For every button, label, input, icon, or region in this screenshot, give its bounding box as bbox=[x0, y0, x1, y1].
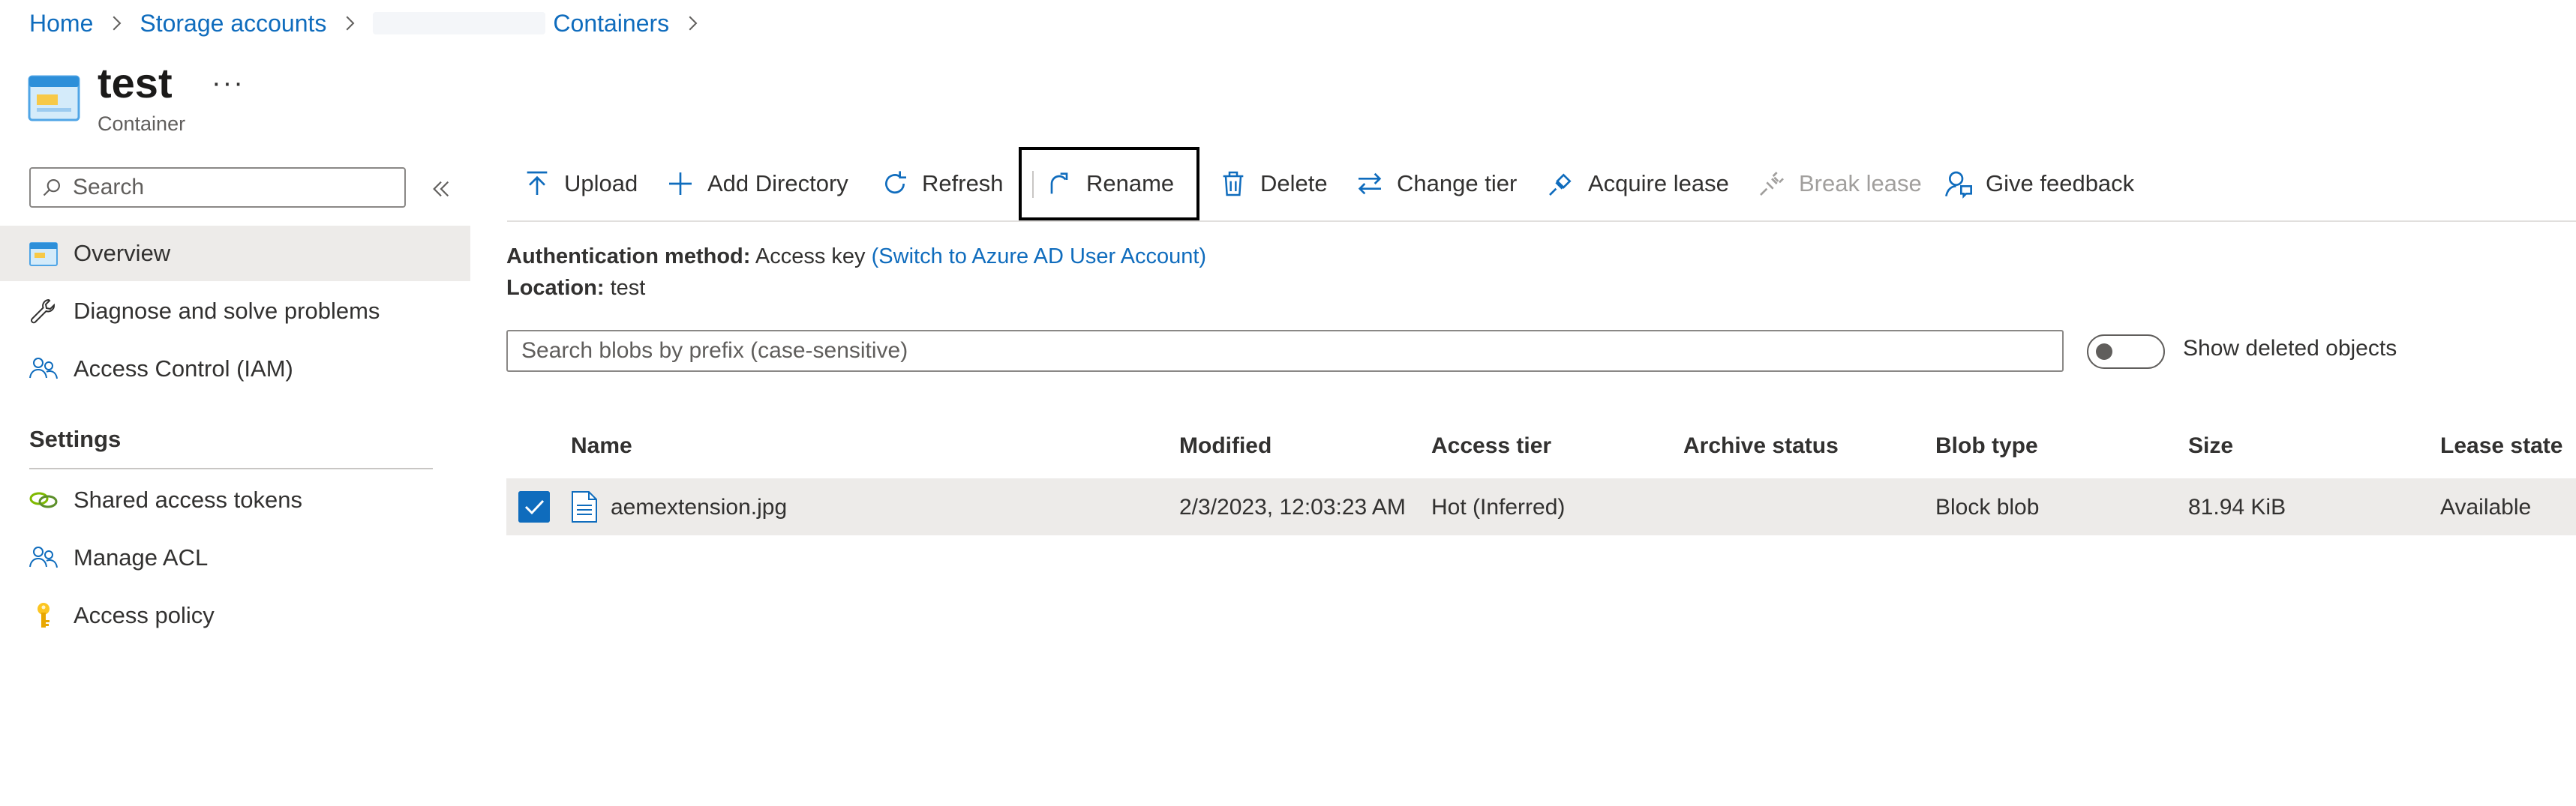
give-feedback-label: Give feedback bbox=[1986, 170, 2135, 196]
column-header-lease-state[interactable]: Lease state bbox=[2440, 433, 2562, 459]
column-header-archive-status[interactable]: Archive status bbox=[1683, 433, 1839, 459]
show-deleted-label: Show deleted objects bbox=[2183, 336, 2397, 361]
chevron-right-icon bbox=[689, 16, 698, 31]
plus-icon bbox=[669, 172, 692, 195]
page-subtitle: Container bbox=[98, 112, 186, 135]
break-lease-label: Break lease bbox=[1799, 170, 1922, 196]
column-header-size[interactable]: Size bbox=[2188, 433, 2233, 459]
delete-button[interactable]: Delete bbox=[1218, 147, 1328, 220]
refresh-label: Refresh bbox=[922, 170, 1004, 196]
chevron-right-icon bbox=[113, 16, 122, 31]
search-icon bbox=[43, 179, 60, 196]
location-value: test bbox=[610, 276, 646, 300]
breadcrumb-storage-accounts[interactable]: Storage accounts bbox=[140, 10, 326, 37]
chevron-right-icon bbox=[346, 16, 355, 31]
row-name-link[interactable]: aemextension.jpg bbox=[611, 495, 787, 520]
sidebar-item-label: Access Control (IAM) bbox=[74, 355, 293, 382]
file-icon bbox=[572, 491, 597, 523]
rename-icon bbox=[1050, 172, 1068, 194]
feedback-icon bbox=[1945, 171, 1972, 199]
change-tier-label: Change tier bbox=[1397, 170, 1518, 196]
acquire-lease-button[interactable]: Acquire lease bbox=[1546, 147, 1729, 220]
link-icon bbox=[29, 492, 58, 508]
people-icon bbox=[29, 547, 58, 568]
acquire-lease-label: Acquire lease bbox=[1588, 170, 1729, 196]
upload-icon bbox=[527, 171, 548, 195]
settings-header: Settings bbox=[29, 426, 122, 452]
breadcrumb: Home Storage accounts Containers bbox=[29, 7, 716, 39]
refresh-button[interactable]: Refresh bbox=[880, 147, 1004, 220]
plug-icon bbox=[1549, 173, 1572, 196]
sidebar-item-label: Diagnose and solve problems bbox=[74, 298, 380, 324]
add-directory-label: Add Directory bbox=[707, 170, 848, 196]
breadcrumb-redacted-account[interactable] bbox=[373, 12, 546, 34]
sidebar-item-shared-access-tokens[interactable]: Shared access tokens bbox=[0, 472, 470, 528]
rename-button[interactable]: Rename bbox=[1019, 147, 1200, 220]
toolbar-divider bbox=[507, 220, 2576, 222]
column-header-access-tier[interactable]: Access tier bbox=[1431, 433, 1551, 459]
sidebar-item-overview[interactable]: Overview bbox=[0, 226, 470, 281]
column-header-blob-type[interactable]: Blob type bbox=[1935, 433, 2038, 459]
break-lease-button[interactable]: Break lease bbox=[1757, 147, 1922, 220]
give-feedback-button[interactable]: Give feedback bbox=[1944, 147, 2134, 220]
location-label: Location: bbox=[506, 276, 605, 300]
rename-label: Rename bbox=[1086, 170, 1175, 196]
collapse-sidebar-icon[interactable] bbox=[429, 177, 453, 201]
row-checkbox[interactable] bbox=[518, 491, 550, 523]
sidebar-search-placeholder: Search bbox=[73, 175, 145, 199]
sidebar-item-label: Access policy bbox=[74, 602, 215, 628]
location-row: Location: test bbox=[506, 276, 645, 301]
add-directory-button[interactable]: Add Directory bbox=[665, 147, 848, 220]
blob-search-placeholder: Search blobs by prefix (case-sensitive) bbox=[521, 338, 908, 363]
container-icon bbox=[29, 242, 58, 266]
container-icon bbox=[28, 75, 80, 121]
sidebar-search-input[interactable]: Search bbox=[29, 167, 406, 208]
swap-icon bbox=[1358, 172, 1382, 195]
row-access-tier: Hot (Inferred) bbox=[1431, 495, 1566, 520]
people-icon bbox=[29, 358, 58, 379]
broken-plug-icon bbox=[1760, 172, 1784, 196]
command-bar: Upload Add Directory Refresh Rename Dele… bbox=[507, 147, 2576, 220]
breadcrumb-containers[interactable]: Containers bbox=[553, 10, 669, 37]
blob-search-input[interactable]: Search blobs by prefix (case-sensitive) bbox=[506, 330, 2064, 372]
sidebar-item-label: Overview bbox=[74, 240, 171, 266]
breadcrumb-home[interactable]: Home bbox=[29, 10, 93, 37]
trash-icon bbox=[1223, 171, 1244, 196]
auth-method-value: Access key bbox=[755, 244, 866, 268]
wrench-icon bbox=[31, 298, 55, 324]
refresh-icon bbox=[885, 171, 906, 193]
row-modified: 2/3/2023, 12:03:23 AM bbox=[1179, 495, 1406, 520]
sidebar-item-access-control[interactable]: Access Control (IAM) bbox=[0, 341, 470, 397]
settings-divider bbox=[29, 468, 433, 469]
upload-label: Upload bbox=[564, 170, 638, 196]
column-header-name[interactable]: Name bbox=[571, 433, 632, 459]
change-tier-button[interactable]: Change tier bbox=[1355, 147, 1517, 220]
sidebar-item-access-policy[interactable]: Access policy bbox=[0, 588, 470, 643]
auth-method-label: Authentication method: bbox=[506, 244, 751, 268]
show-deleted-toggle[interactable] bbox=[2087, 334, 2165, 369]
row-size: 81.94 KiB bbox=[2188, 495, 2286, 520]
toggle-knob bbox=[2096, 343, 2112, 360]
delete-label: Delete bbox=[1260, 170, 1328, 196]
sidebar-item-diagnose[interactable]: Diagnose and solve problems bbox=[0, 283, 470, 339]
switch-auth-link[interactable]: (Switch to Azure AD User Account) bbox=[872, 244, 1206, 268]
sidebar-item-label: Shared access tokens bbox=[74, 487, 303, 513]
column-header-modified[interactable]: Modified bbox=[1179, 433, 1271, 459]
sidebar-item-label: Manage ACL bbox=[74, 544, 209, 571]
page-title: test bbox=[98, 59, 173, 106]
row-blob-type: Block blob bbox=[1935, 495, 2040, 520]
sidebar-item-manage-acl[interactable]: Manage ACL bbox=[0, 530, 470, 586]
upload-button[interactable]: Upload bbox=[522, 147, 638, 220]
auth-method-row: Authentication method: Access key (Switc… bbox=[506, 244, 1206, 269]
more-options-button[interactable]: ··· bbox=[212, 67, 245, 100]
key-icon bbox=[38, 603, 50, 628]
row-lease-state: Available bbox=[2440, 495, 2532, 520]
